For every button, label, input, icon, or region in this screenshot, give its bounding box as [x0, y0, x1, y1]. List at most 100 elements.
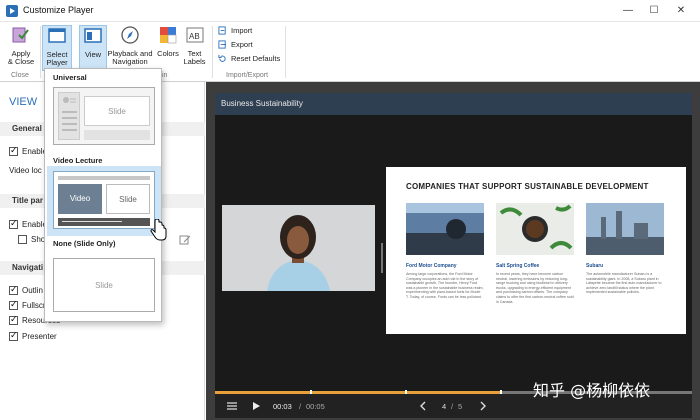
close-button[interactable]: ✕: [668, 2, 694, 20]
ribbon-separator: [40, 26, 41, 78]
apply-close-button[interactable]: Apply & Close: [4, 25, 38, 67]
presenter-image: [222, 205, 375, 291]
video-location-label: Video loc: [9, 166, 42, 175]
factory-photo: [586, 203, 664, 255]
video-location-row: Video loc: [9, 166, 42, 175]
slide-column-ford: Ford Motor Company Among large corporati…: [406, 203, 484, 300]
enable-row[interactable]: Enable: [9, 145, 47, 156]
presenter-label: Presenter: [22, 332, 57, 341]
svg-text:AB: AB: [189, 32, 200, 41]
next-icon[interactable]: [479, 401, 487, 411]
import-button[interactable]: Import: [218, 26, 252, 35]
lecture-controls: [58, 218, 150, 226]
play-icon[interactable]: [251, 401, 261, 411]
preview-stage: Business Sustainability COMPANIES THAT S…: [206, 82, 700, 420]
import-label: Import: [231, 26, 253, 35]
outline-line: [62, 117, 77, 119]
none-heading: None (Slide Only): [53, 239, 116, 248]
lecture-video-placeholder: Video: [58, 184, 102, 214]
view-title: VIEW: [9, 96, 38, 108]
menu-icon[interactable]: [227, 401, 237, 411]
outline-line: [62, 129, 77, 131]
lecture-titlebar: [58, 176, 150, 180]
minimize-button[interactable]: —: [615, 2, 641, 20]
time-separator: /: [299, 402, 302, 411]
outline-checkbox[interactable]: [9, 284, 18, 295]
video-lecture-heading: Video Lecture: [53, 156, 103, 165]
player-title: Business Sustainability: [215, 93, 692, 115]
edit-icon[interactable]: [179, 234, 191, 246]
export-label: Export: [231, 40, 253, 49]
outline-label: Outlin: [22, 286, 43, 295]
page-total: 5: [458, 402, 463, 411]
app-icon: [6, 5, 18, 17]
resources-checkbox[interactable]: [9, 314, 18, 325]
outline-line: [62, 123, 77, 125]
title-enable-row[interactable]: Enable: [9, 218, 47, 229]
column-text: Among large corporations, the Ford Motor…: [406, 272, 484, 299]
reset-icon: [218, 54, 226, 62]
title-enable-checkbox[interactable]: [9, 218, 18, 229]
text-labels-label: Text Labels: [183, 48, 206, 66]
apply-close-label: Apply & Close: [7, 48, 35, 66]
splitter-handle[interactable]: [381, 243, 383, 273]
watermark: 知乎 @杨柳依依: [533, 381, 651, 400]
fullscreen-row[interactable]: Fullscr: [9, 299, 46, 310]
group-label-close: Close: [11, 72, 29, 79]
select-player-button[interactable]: Select Player: [42, 25, 72, 71]
presenter-row[interactable]: Presenter: [9, 330, 57, 341]
car-photo: [406, 203, 484, 255]
fullscreen-checkbox[interactable]: [9, 299, 18, 310]
player-preview: Business Sustainability COMPANIES THAT S…: [215, 93, 692, 418]
outline-line: [62, 111, 77, 113]
coffee-photo: [496, 203, 574, 255]
view-button[interactable]: View: [79, 25, 107, 71]
universal-heading: Universal: [53, 73, 87, 82]
time-total: 00:05: [306, 402, 325, 411]
video-lecture-option[interactable]: Video Slide: [53, 171, 155, 229]
presenter-icon: [63, 97, 76, 103]
fullscreen-label: Fullscr: [22, 301, 46, 310]
column-text: The automobile manufacturer Subaru is a …: [586, 272, 662, 295]
none-option[interactable]: Slide: [53, 258, 155, 312]
show-checkbox[interactable]: [18, 235, 27, 244]
compass-icon: [121, 26, 139, 44]
show-row[interactable]: Sho: [18, 235, 45, 244]
enable-checkbox[interactable]: [9, 145, 18, 156]
group-label-partial: in: [162, 72, 168, 79]
hand-cursor-icon: [150, 219, 167, 241]
outline-row[interactable]: Outlin: [9, 284, 43, 295]
colors-button[interactable]: Colors: [155, 25, 181, 58]
time-current: 00:03: [273, 402, 292, 411]
group-label-import-export: Import/Export: [226, 72, 269, 79]
reset-defaults-label: Reset Defaults: [231, 54, 281, 63]
player-layout-icon: [48, 28, 66, 43]
slide-column-subaru: Subaru The automobile manufacturer Subar…: [586, 203, 664, 295]
export-icon: [218, 40, 227, 49]
ribbon-separator: [285, 26, 286, 78]
column-text: In recent years, they have become carbon…: [496, 272, 574, 304]
page-separator: /: [451, 402, 454, 411]
title-bar: Customize Player — ☐ ✕: [0, 0, 700, 22]
export-button[interactable]: Export: [218, 40, 253, 49]
reset-defaults-button[interactable]: Reset Defaults: [218, 54, 280, 63]
previous-icon[interactable]: [419, 401, 427, 411]
presenter-video: [222, 205, 375, 291]
select-player-dropdown: Universal Slide Video Lecture Video Slid…: [44, 68, 167, 322]
maximize-button[interactable]: ☐: [641, 2, 667, 20]
universal-controls: [84, 130, 150, 140]
presenter-checkbox[interactable]: [9, 330, 18, 341]
lecture-slide-placeholder: Slide: [106, 184, 150, 214]
universal-slide-placeholder: Slide: [84, 96, 150, 126]
view-label: View: [84, 49, 102, 59]
column-title: Salt Spring Coffee: [496, 263, 540, 269]
slide-preview: COMPANIES THAT SUPPORT SUSTAINABLE DEVEL…: [386, 167, 686, 334]
column-title: Ford Motor Company: [406, 263, 457, 269]
text-labels-button[interactable]: AB Text Labels: [182, 25, 207, 67]
page-current: 4: [442, 402, 447, 411]
universal-sidebar: [58, 92, 80, 140]
universal-option[interactable]: Slide: [53, 87, 155, 145]
playback-navigation-button[interactable]: Playback and Navigation: [106, 25, 154, 67]
apply-close-icon: [12, 27, 29, 43]
slide-title: COMPANIES THAT SUPPORT SUSTAINABLE DEVEL…: [406, 182, 649, 191]
